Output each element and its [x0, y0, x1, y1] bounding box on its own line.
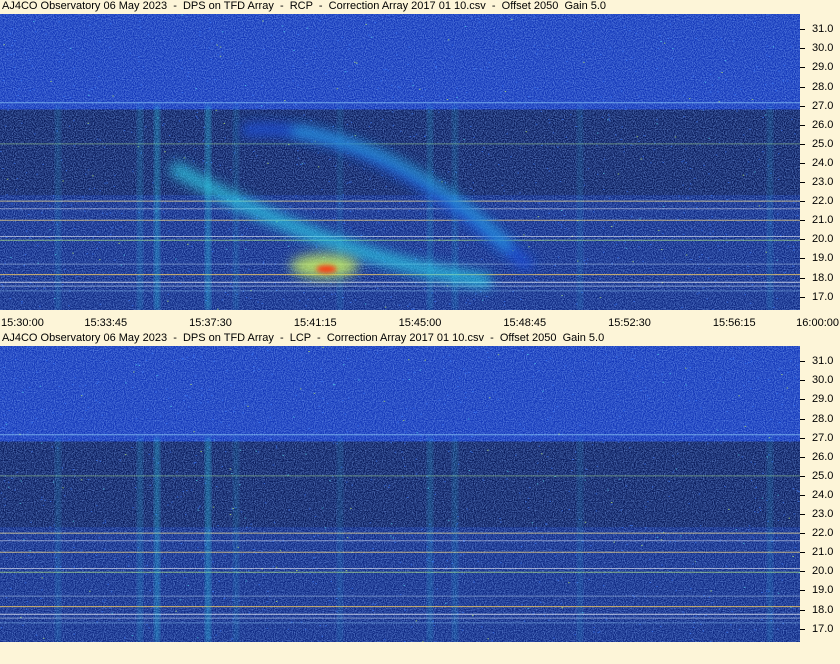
lcp-freq-tick-label: 28.0 [812, 412, 834, 425]
rcp-freq-tick [800, 67, 805, 69]
lcp-freq-tick [800, 514, 805, 516]
rcp-freq-tick-label: 30.0 [812, 42, 834, 55]
rcp-time-tick-label: 15:30:00 [1, 317, 44, 329]
rcp-freq-tick-label: 17.0 [812, 290, 834, 303]
rcp-panel-title: AJ4CO Observatory 06 May 2023 - DPS on T… [2, 0, 607, 12]
lcp-burst-column [234, 437, 238, 642]
lcp-freq-tick [800, 475, 805, 477]
rcp-burst-column [578, 105, 582, 310]
rcp-freq-tick [800, 296, 805, 298]
rcp-freq-tick [800, 239, 805, 241]
lcp-frequency-axis: 31.0 30.0 29.0 28.0 27.0 26.0 25.0 24.0 23.0 22.0… [800, 346, 840, 642]
rcp-burst-column [155, 105, 159, 310]
lcp-freq-tick-label: 24.0 [812, 488, 834, 501]
rcp-freq-tick-label: 26.0 [812, 118, 834, 131]
rcp-time-tick-label: 16:00:00 [796, 317, 839, 329]
lcp-freq-tick-label: 25.0 [812, 469, 834, 482]
lcp-freq-tick-label: 20.0 [812, 565, 834, 578]
lcp-burst-column [138, 437, 142, 642]
rcp-freq-tick [800, 48, 805, 50]
lcp-freq-tick [800, 609, 805, 611]
lcp-freq-tick-label: 31.0 [812, 355, 834, 368]
lcp-freq-tick-label: 26.0 [812, 450, 834, 463]
lcp-panel-title: AJ4CO Observatory 06 May 2023 - DPS on T… [2, 332, 605, 344]
rcp-burst-column [138, 105, 142, 310]
rcp-time-tick-label: 15:45:00 [398, 317, 442, 329]
rcp-burst-column [56, 105, 60, 310]
lcp-burst-column [428, 437, 432, 642]
rcp-freq-tick [800, 143, 805, 145]
rcp-time-tick-label: 15:37:30 [189, 317, 232, 329]
rcp-burst-column [428, 105, 432, 310]
rcp-time-tick-label: 15:48:45 [503, 317, 547, 329]
rcp-freq-tick [800, 201, 805, 203]
rcp-freq-tick-label: 31.0 [812, 23, 834, 36]
rcp-freq-tick-label: 29.0 [812, 61, 834, 74]
rcp-freq-tick [800, 220, 805, 222]
rcp-freq-tick-label: 28.0 [812, 80, 834, 93]
rcp-freq-tick [800, 277, 805, 279]
rcp-time-tick-label: 15:52:30 [608, 317, 651, 329]
lcp-freq-tick [800, 399, 805, 401]
lcp-noise-texture [0, 346, 800, 642]
rcp-freq-tick-label: 24.0 [812, 156, 834, 169]
lcp-freq-tick-label: 29.0 [812, 393, 834, 406]
rcp-freq-tick-label: 23.0 [812, 176, 834, 189]
lcp-spectrogram [0, 346, 800, 642]
rcp-burst-column [206, 105, 210, 310]
lcp-freq-tick [800, 380, 805, 382]
lcp-freq-tick [800, 361, 805, 363]
lcp-freq-tick [800, 628, 805, 630]
lcp-spectrogram-svg [0, 346, 800, 642]
lcp-freq-tick [800, 590, 805, 592]
rcp-peak-core [316, 265, 337, 274]
lcp-freq-tick-label: 27.0 [812, 431, 834, 444]
rcp-freq-tick-label: 21.0 [812, 214, 834, 227]
lcp-burst-column [206, 437, 210, 642]
rcp-freq-tick-label: 25.0 [812, 137, 834, 150]
rcp-freq-tick [800, 29, 805, 31]
rcp-freq-tick-label: 20.0 [812, 233, 834, 246]
rcp-freq-tick-label: 18.0 [812, 271, 834, 284]
rcp-freq-tick [800, 162, 805, 164]
rcp-freq-tick [800, 258, 805, 260]
lcp-freq-tick [800, 437, 805, 439]
rcp-time-tick-label: 15:41:15 [293, 317, 337, 329]
rcp-frequency-axis: 31.0 30.0 29.0 28.0 27.0 26.0 25.0 24.0 23.0 22.0… [800, 14, 840, 310]
lcp-freq-tick [800, 571, 805, 573]
rcp-freq-tick-label: 27.0 [812, 99, 834, 112]
lcp-burst-column [56, 437, 60, 642]
lcp-freq-tick [800, 552, 805, 554]
lcp-freq-tick-label: 19.0 [812, 584, 834, 597]
rcp-burst-column [768, 105, 772, 310]
lcp-freq-tick-label: 21.0 [812, 546, 834, 559]
rcp-time-tick-label: 15:56:15 [712, 317, 756, 329]
lcp-burst-column [155, 437, 159, 642]
rcp-spectrogram-svg [0, 14, 800, 310]
lcp-burst-column [453, 437, 457, 642]
lcp-burst-column [578, 437, 582, 642]
lcp-freq-tick [800, 533, 805, 535]
rcp-freq-tick [800, 105, 805, 107]
lcp-freq-tick-label: 17.0 [812, 622, 834, 635]
rcp-freq-tick [800, 124, 805, 126]
lcp-burst-column [338, 437, 342, 642]
lcp-burst-column [768, 437, 772, 642]
rcp-freq-tick-label: 22.0 [812, 195, 834, 208]
lcp-freq-tick-label: 30.0 [812, 374, 834, 387]
lcp-freq-tick-label: 18.0 [812, 603, 834, 616]
rcp-time-axis: 15:30:00 15:33:45 15:37:30 15:41:15 15:45:00… [0, 314, 840, 332]
lcp-freq-tick [800, 494, 805, 496]
lcp-freq-tick-label: 23.0 [812, 508, 834, 521]
rcp-freq-tick-label: 19.0 [812, 252, 834, 265]
rcp-spectrogram [0, 14, 800, 310]
rcp-time-tick-label: 15:33:45 [84, 317, 128, 329]
lcp-freq-tick [800, 418, 805, 420]
rcp-freq-tick [800, 86, 805, 88]
rcp-freq-tick [800, 182, 805, 184]
lcp-freq-tick-label: 22.0 [812, 527, 834, 540]
lcp-freq-tick [800, 456, 805, 458]
